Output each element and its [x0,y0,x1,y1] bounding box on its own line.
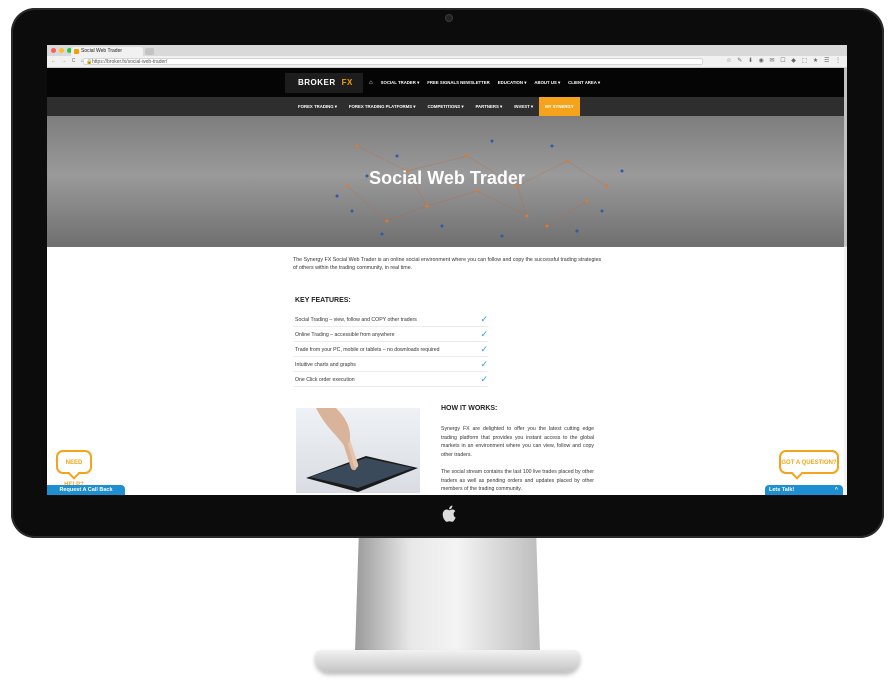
how-it-works-title: HOW IT WORKS: [441,405,498,412]
url-text: https://broker.fx/social-web-trader/ [92,59,168,65]
key-features-title: KEY FEATURES: [295,297,351,304]
new-tab-button[interactable] [145,48,154,55]
menu-my-synergy[interactable]: MY SYNERGY [539,97,580,116]
nav-buttons[interactable]: ← → C ⌂ [51,56,86,67]
menu-platforms[interactable]: FOREX TRADING PLATFORMS ▾ [343,97,422,116]
how-it-works-paragraph: Synergy FX are delighted to offer you th… [441,426,594,458]
feature-label: Social Trading – view, follow and COPY o… [295,317,417,323]
feature-item: Trade from your PC, mobile or tablets – … [293,343,488,357]
feature-label: Trade from your PC, mobile or tablets – … [295,347,440,353]
tablet-photo [296,408,420,493]
camera [445,14,453,22]
check-icon: ✓ [480,329,488,339]
extension-icons[interactable]: ☆ ✎ ⬇ ◉ ✉ ☐ ◆ ⬚ ★ ☰ ⋮ [726,56,843,67]
address-bar: ← → C ⌂ 🔒 https://broker.fx/social-web-t… [47,56,847,68]
monitor-stand [355,538,540,653]
chevron-up-icon: ^ [834,487,838,493]
scrollbar-thumb[interactable] [844,67,847,247]
request-callback-button[interactable]: Request A Call Back [47,485,125,495]
sub-navigation: FOREX TRADING ▾ FOREX TRADING PLATFORMS … [47,97,847,116]
home-icon[interactable]: ⌂ [369,80,373,86]
feature-label: Online Trading – accessible from anywher… [295,332,395,338]
need-help-bubble[interactable]: NEED HELP? [56,450,92,488]
menu-competitions[interactable]: COMPETITIONS ▾ [421,97,469,116]
apple-logo-icon [441,505,457,523]
browser-tabbar: Social Web Trader [47,45,847,56]
menu-free-signals[interactable]: FREE SIGNALS NEWSLETTER [427,80,490,85]
feature-item: Online Trading – accessible from anywher… [293,328,488,342]
lets-talk-button[interactable]: Lets Talk! ^ [765,485,843,495]
check-icon: ✓ [480,314,488,324]
main-menu: ⌂ SOCIAL TRADER ▾ FREE SIGNALS NEWSLETTE… [369,68,600,97]
scrollbar[interactable] [844,67,847,495]
how-it-works-paragraph: The social stream contains the last 100 … [441,469,594,493]
feature-label: One Click order execution [295,377,355,383]
check-icon: ✓ [480,374,488,384]
check-icon: ✓ [480,344,488,354]
close-window-button[interactable] [51,48,56,53]
logo-fx: FX [341,78,353,87]
menu-social-trader[interactable]: SOCIAL TRADER ▾ [381,80,420,86]
menu-forex-trading[interactable]: FOREX TRADING ▾ [292,97,343,116]
tab-title: Social Web Trader [81,48,123,54]
lock-icon: 🔒 [86,59,93,65]
url-field[interactable]: 🔒 https://broker.fx/social-web-trader/ [83,58,703,65]
minimize-window-button[interactable] [59,48,64,53]
menu-education[interactable]: EDUCATION ▾ [498,80,527,86]
menu-invest[interactable]: INVEST ▾ [508,97,539,116]
favicon-icon [74,49,79,54]
hero-banner: Social Web Trader [47,116,847,247]
feature-label: Intuitive charts and graphs [295,362,356,368]
menu-about-us[interactable]: ABOUT US ▾ [534,80,560,86]
lets-talk-label: Lets Talk! [769,487,795,493]
logo-broker: BROKER [298,78,336,87]
main-content: The Synergy FX Social Web Trader is an o… [47,247,847,493]
intro-text: The Synergy FX Social Web Trader is an o… [293,257,602,271]
secondary-menu: FOREX TRADING ▾ FOREX TRADING PLATFORMS … [292,97,580,116]
feature-item: Intuitive charts and graphs ✓ [293,358,488,372]
got-question-bubble[interactable]: GOT A QUESTION? [779,450,839,474]
menu-client-area[interactable]: CLIENT AREA ▾ [568,80,600,86]
menu-partners[interactable]: PARTNERS ▾ [470,97,509,116]
feature-item: One Click order execution ✓ [293,373,488,387]
browser-tab[interactable]: Social Web Trader [71,47,143,56]
page-title: Social Web Trader [369,168,525,188]
screen: Social Web Trader ← → C ⌂ 🔒 https://brok… [47,45,847,495]
feature-item: Social Trading – view, follow and COPY o… [293,313,488,327]
window-controls [51,48,72,53]
site-logo[interactable]: BROKER FX [285,73,363,93]
top-navigation: BROKER FX ⌂ SOCIAL TRADER ▾ FREE SIGNALS … [47,68,847,97]
monitor-base [315,650,580,672]
check-icon: ✓ [480,359,488,369]
